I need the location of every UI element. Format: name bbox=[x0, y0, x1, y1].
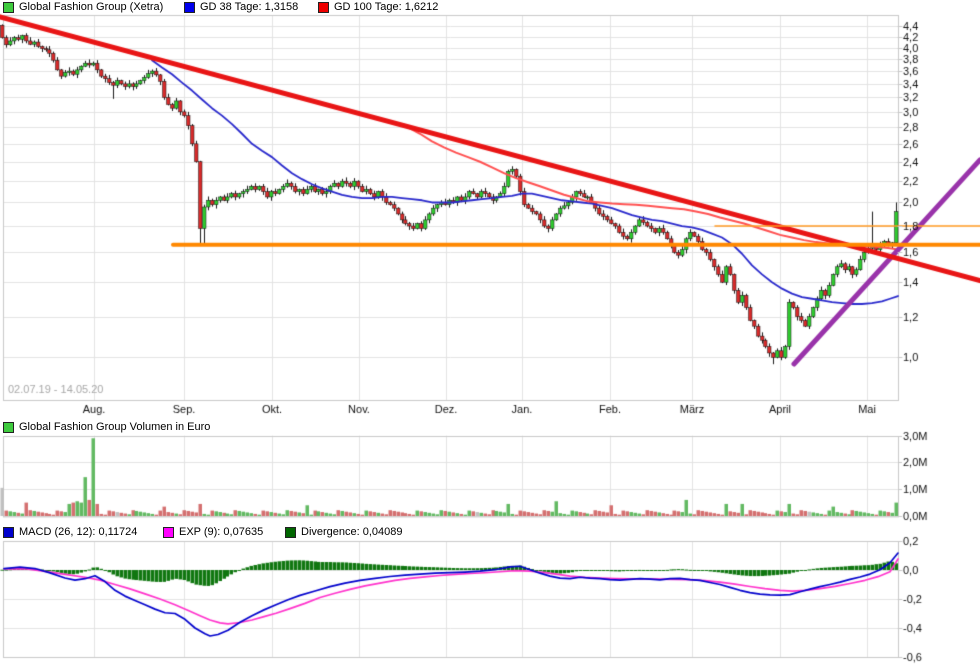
legend-main-series-label: Global Fashion Group (Xetra) bbox=[19, 1, 163, 13]
legend-gd100: GD 100 Tage: 1,6212 bbox=[318, 1, 438, 13]
volume-chart-canvas[interactable] bbox=[0, 430, 980, 522]
price-chart-canvas[interactable] bbox=[0, 0, 980, 430]
legend-gd100-label: GD 100 Tage: 1,6212 bbox=[334, 1, 438, 13]
legend-macd: MACD (26, 12): 0,11724 bbox=[3, 526, 137, 538]
main-series-swatch-icon bbox=[3, 2, 14, 13]
volume-chart-legend: Global Fashion Group Volumen in Euro bbox=[0, 421, 980, 435]
gd100-swatch-icon bbox=[318, 2, 329, 13]
legend-volume: Global Fashion Group Volumen in Euro bbox=[3, 421, 210, 433]
legend-volume-label: Global Fashion Group Volumen in Euro bbox=[19, 421, 210, 433]
macd-swatch-icon bbox=[3, 527, 14, 538]
legend-gd38-label: GD 38 Tage: 1,3158 bbox=[200, 1, 298, 13]
legend-divergence: Divergence: 0,04089 bbox=[285, 526, 403, 538]
legend-exp-label: EXP (9): 0,07635 bbox=[179, 526, 263, 538]
legend-macd-label: MACD (26, 12): 0,11724 bbox=[19, 526, 137, 538]
exp-swatch-icon bbox=[163, 527, 174, 538]
price-chart-legend: Global Fashion Group (Xetra) GD 38 Tage:… bbox=[0, 1, 980, 15]
macd-chart-canvas[interactable] bbox=[0, 522, 980, 670]
volume-swatch-icon bbox=[3, 422, 14, 433]
legend-main-series: Global Fashion Group (Xetra) bbox=[3, 1, 163, 13]
macd-chart-legend: MACD (26, 12): 0,11724 EXP (9): 0,07635 … bbox=[0, 526, 980, 540]
gd38-swatch-icon bbox=[184, 2, 195, 13]
legend-gd38: GD 38 Tage: 1,3158 bbox=[184, 1, 298, 13]
legend-exp: EXP (9): 0,07635 bbox=[163, 526, 263, 538]
stock-chart-page: Global Fashion Group (Xetra) GD 38 Tage:… bbox=[0, 0, 980, 670]
divergence-swatch-icon bbox=[285, 527, 296, 538]
legend-divergence-label: Divergence: 0,04089 bbox=[301, 526, 403, 538]
